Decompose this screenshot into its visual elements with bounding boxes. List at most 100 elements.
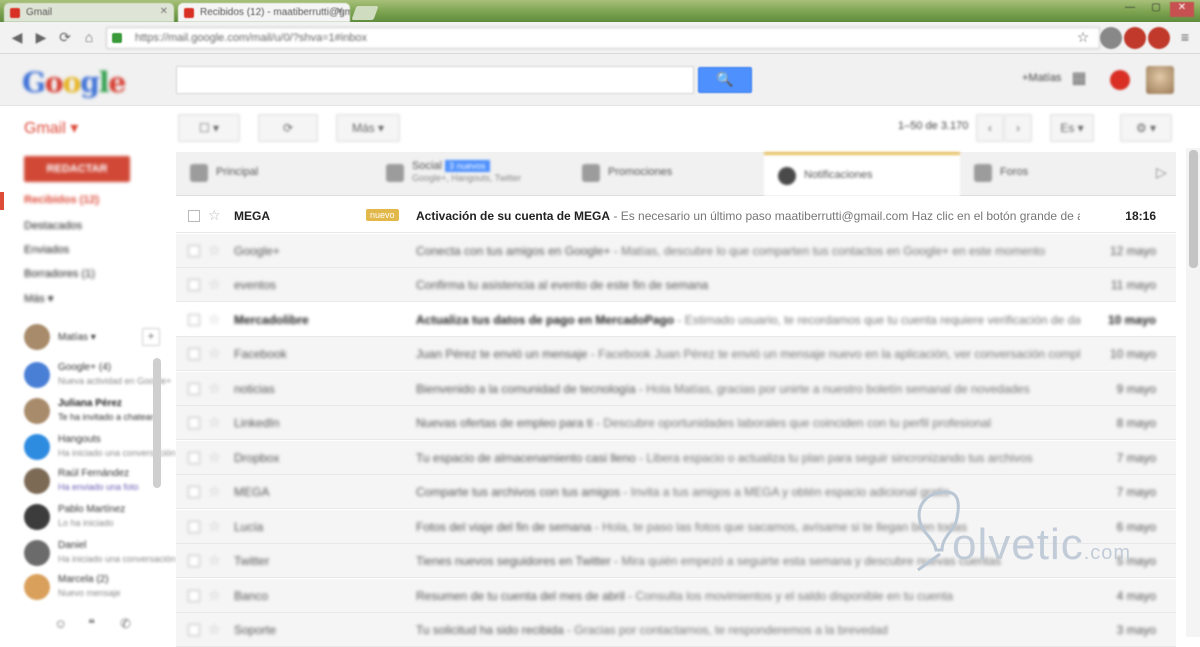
sidebar-item-inbox[interactable]: Recibidos (12) <box>24 194 99 206</box>
chevron-right-icon[interactable]: ▷ <box>1156 164 1167 181</box>
sidebar-item-starred[interactable]: Destacados <box>24 220 82 232</box>
table-row[interactable]: ☆ Google+ Conecta con tus amigos en Google… <box>176 233 1176 268</box>
avatar[interactable] <box>1146 66 1174 94</box>
tab-social[interactable]: Social 3 nuevos Google+, Hangouts, Twitte… <box>372 152 568 196</box>
close-tab-icon[interactable]: ✕ <box>336 6 344 17</box>
menu-icon[interactable]: ≡ <box>1176 29 1194 47</box>
row-checkbox[interactable] <box>188 417 200 429</box>
star-icon[interactable]: ☆ <box>208 242 221 259</box>
input-tools-button[interactable]: Es ▾ <box>1050 114 1094 142</box>
table-row[interactable]: ☆ noticias Bienvenido a la comunidad de te… <box>176 371 1176 406</box>
page-scrollbar[interactable] <box>1186 148 1200 637</box>
contact-avatar[interactable] <box>24 540 50 566</box>
row-checkbox[interactable] <box>188 520 200 533</box>
contact-avatar[interactable] <box>24 574 50 600</box>
new-hangout-icon[interactable]: + <box>142 328 160 346</box>
star-icon[interactable]: ☆ <box>208 414 221 431</box>
tab-promociones[interactable]: Promociones <box>568 152 764 196</box>
row-checkbox[interactable] <box>188 279 200 291</box>
table-row[interactable]: ☆ eventos Confirma tu asistencia al evento… <box>176 268 1176 302</box>
contact-name[interactable]: Marcela (2) <box>58 574 109 585</box>
home-icon[interactable]: ⌂ <box>80 29 98 47</box>
row-checkbox[interactable] <box>188 244 200 257</box>
row-checkbox[interactable] <box>188 589 200 602</box>
contact-avatar[interactable] <box>24 362 50 388</box>
user-name-link[interactable]: +Matías <box>1022 72 1061 84</box>
compose-button[interactable]: REDACTAR <box>24 156 130 182</box>
sidebar-item-sent[interactable]: Enviados <box>24 244 69 256</box>
tab-foros[interactable]: Foros <box>960 152 1156 196</box>
table-row[interactable]: ☆ Soporte Tu solicitud ha sido recibida - … <box>176 613 1176 647</box>
row-checkbox[interactable] <box>188 555 200 567</box>
star-icon[interactable]: ☆ <box>208 552 221 569</box>
star-icon[interactable]: ☆ <box>208 380 221 397</box>
hangouts-icon[interactable]: ❝ <box>88 616 106 632</box>
notifications-icon[interactable] <box>1110 70 1130 90</box>
row-checkbox[interactable] <box>188 313 200 326</box>
refresh-button[interactable]: ⟳ <box>258 114 318 142</box>
select-checkbox-button[interactable]: ☐ ▾ <box>178 114 240 142</box>
star-icon[interactable]: ☆ <box>208 345 221 362</box>
google-logo[interactable]: Google <box>22 66 126 99</box>
star-icon[interactable]: ☆ <box>208 587 221 604</box>
table-row[interactable]: ☆ Mercadolibre Actualiza tus datos de pago… <box>176 302 1176 337</box>
contact-avatar[interactable] <box>24 504 50 530</box>
star-icon[interactable]: ☆ <box>208 449 221 466</box>
settings-button[interactable]: ⚙ ▾ <box>1120 114 1172 142</box>
search-input[interactable] <box>176 66 694 94</box>
minimize-window-button[interactable]: — <box>1118 2 1142 17</box>
contact-avatar[interactable] <box>24 434 50 460</box>
reload-icon[interactable]: ⟳ <box>56 29 74 47</box>
maximize-window-button[interactable]: ▢ <box>1144 2 1168 17</box>
contact-name[interactable]: Raúl Fernández <box>58 468 129 479</box>
prev-page-button[interactable]: ‹ <box>976 114 1004 142</box>
contact-name[interactable]: Juliana Pérez <box>58 398 122 409</box>
contact-avatar[interactable] <box>24 468 50 494</box>
close-window-button[interactable]: ✕ <box>1170 2 1194 17</box>
row-checkbox[interactable] <box>188 382 200 395</box>
hangouts-me-label[interactable]: Matías ▾ <box>58 332 96 343</box>
extension-icon[interactable] <box>1100 27 1122 49</box>
hangouts-scrollbar[interactable] <box>153 358 161 488</box>
tab-principal[interactable]: Principal <box>176 152 372 196</box>
back-icon[interactable]: ◀ <box>8 29 26 47</box>
table-row[interactable]: ☆ Dropbox Tu espacio de almacenamiento cas… <box>176 440 1176 475</box>
new-tab-button[interactable] <box>351 6 379 20</box>
row-checkbox[interactable] <box>188 486 200 498</box>
apps-grid-icon[interactable]: ▦ <box>1068 68 1090 90</box>
forward-icon[interactable]: ▶ <box>32 29 50 47</box>
star-icon[interactable]: ☆ <box>208 311 221 328</box>
address-bar[interactable]: https://mail.google.com/mail/u/0/?shva=1… <box>106 27 1100 49</box>
phone-icon[interactable]: ✆ <box>120 616 138 632</box>
star-icon[interactable]: ☆ <box>1074 29 1092 47</box>
close-tab-icon[interactable]: ✕ <box>160 6 168 17</box>
star-icon[interactable]: ☆ <box>208 207 221 224</box>
contact-name[interactable]: Hangouts <box>58 434 101 445</box>
gmail-menu[interactable]: Gmail ▾ <box>24 118 78 138</box>
search-button[interactable]: 🔍 <box>698 67 752 93</box>
sidebar-item-drafts[interactable]: Borradores (1) <box>24 268 95 280</box>
row-checkbox[interactable] <box>188 624 200 636</box>
scroll-thumb[interactable] <box>1189 150 1198 268</box>
star-icon[interactable]: ☆ <box>208 621 221 638</box>
contact-name[interactable]: Daniel <box>58 540 86 551</box>
star-icon[interactable]: ☆ <box>208 276 221 293</box>
contact-avatar[interactable] <box>24 398 50 424</box>
person-icon[interactable]: ☺ <box>54 616 72 632</box>
browser-tab-active[interactable]: Recibidos (12) - maatiberrutti@gmail.com… <box>178 3 350 22</box>
table-row[interactable]: ☆ Facebook Juan Pérez te envió un mensaje … <box>176 337 1176 371</box>
star-icon[interactable]: ☆ <box>208 483 221 500</box>
row-checkbox[interactable] <box>188 210 200 222</box>
extension-icon[interactable] <box>1148 27 1170 49</box>
next-page-button[interactable]: › <box>1004 114 1032 142</box>
table-row[interactable]: ☆ LinkedIn Nuevas ofertas de empleo para t… <box>176 406 1176 440</box>
browser-tab[interactable]: Gmail ✕ <box>4 3 174 22</box>
table-row[interactable]: ☆ MEGA nuevo Activación de su cuenta de … <box>176 199 1176 233</box>
avatar[interactable] <box>24 324 50 350</box>
contact-name[interactable]: Pablo Martínez <box>58 504 125 515</box>
contact-name[interactable]: Google+ (4) <box>58 362 111 373</box>
more-button[interactable]: Más ▾ <box>336 114 400 142</box>
star-icon[interactable]: ☆ <box>208 518 221 535</box>
row-checkbox[interactable] <box>188 348 200 360</box>
tab-notificaciones[interactable]: Notificaciones <box>764 152 960 196</box>
